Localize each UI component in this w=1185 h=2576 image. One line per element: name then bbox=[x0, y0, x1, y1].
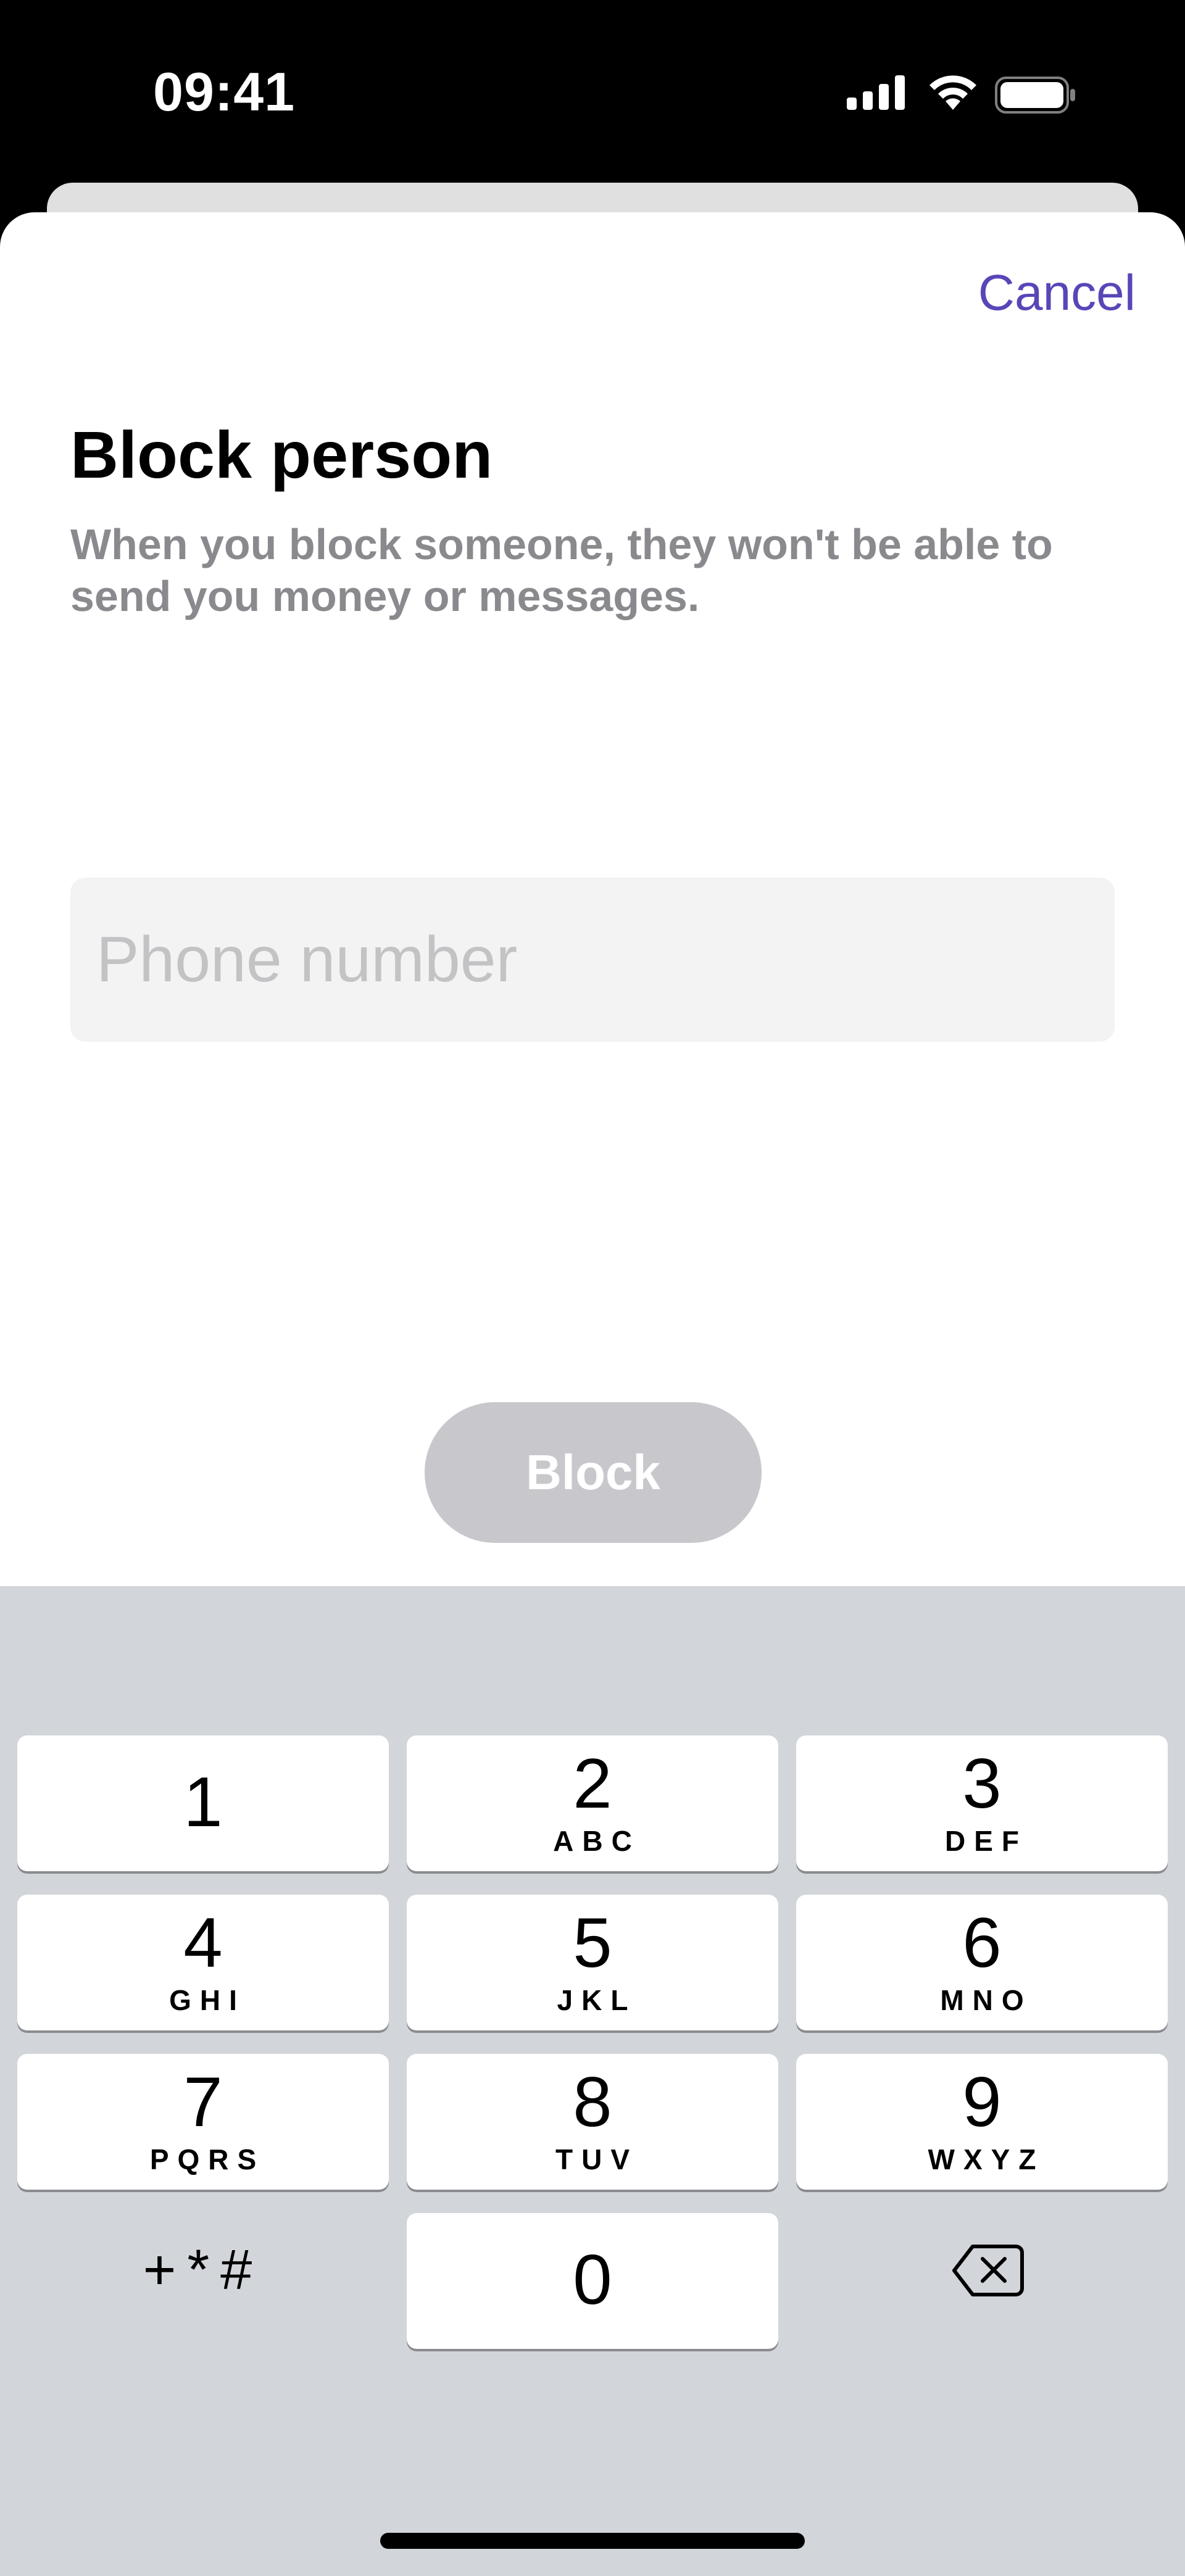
key-digit: 6 bbox=[962, 1904, 1002, 1982]
key-digit: 3 bbox=[962, 1745, 1002, 1823]
key-letters: GHI bbox=[169, 1984, 246, 2016]
sheet-title: Block person bbox=[70, 417, 493, 492]
block-person-sheet: Cancel Block person When you block someo… bbox=[0, 212, 1185, 1589]
key-9[interactable]: 9 WXYZ bbox=[796, 2054, 1168, 2190]
home-indicator bbox=[380, 2533, 805, 2549]
key-digit: 0 bbox=[573, 2241, 612, 2319]
key-digit: 2 bbox=[573, 1745, 612, 1823]
key-digit: 7 bbox=[183, 2063, 223, 2142]
numeric-keypad: 1 2 ABC 3 DEF 4 GHI 5 JKL 6 MNO 7 PQRS 8… bbox=[0, 1586, 1185, 2576]
cancel-button[interactable]: Cancel bbox=[978, 264, 1136, 322]
key-letters: TUV bbox=[555, 2143, 638, 2175]
symbols-key[interactable]: +*# bbox=[17, 2202, 389, 2338]
battery-icon bbox=[995, 77, 1075, 114]
key-letters: PQRS bbox=[149, 2143, 265, 2175]
phone-number-input[interactable] bbox=[70, 878, 1115, 1042]
key-letters: ABC bbox=[553, 1825, 641, 1857]
sheet-description: When you block someone, they won't be ab… bbox=[70, 520, 1053, 620]
status-time: 09:41 bbox=[153, 61, 296, 122]
key-8[interactable]: 8 TUV bbox=[407, 2054, 778, 2190]
key-5[interactable]: 5 JKL bbox=[407, 1895, 778, 2030]
key-letters: DEF bbox=[945, 1825, 1028, 1857]
key-digit: 8 bbox=[573, 2063, 612, 2142]
key-4[interactable]: 4 GHI bbox=[17, 1895, 389, 2030]
wifi-icon bbox=[929, 75, 976, 110]
key-digit: 4 bbox=[183, 1904, 223, 1982]
key-7[interactable]: 7 PQRS bbox=[17, 2054, 389, 2190]
delete-key[interactable] bbox=[796, 2202, 1168, 2338]
key-letters: MNO bbox=[940, 1984, 1033, 2016]
key-letters: WXYZ bbox=[928, 2143, 1045, 2175]
key-2[interactable]: 2 ABC bbox=[407, 1735, 778, 1871]
key-letters: JKL bbox=[557, 1984, 637, 2016]
key-1[interactable]: 1 bbox=[17, 1735, 389, 1871]
key-digit: 1 bbox=[183, 1763, 223, 1842]
key-0[interactable]: 0 bbox=[407, 2213, 778, 2349]
block-button[interactable]: Block bbox=[425, 1402, 762, 1543]
delete-backspace-icon bbox=[952, 2245, 1024, 2296]
key-digit: 5 bbox=[573, 1904, 612, 1982]
key-digit: 9 bbox=[962, 2063, 1002, 2142]
key-3[interactable]: 3 DEF bbox=[796, 1735, 1168, 1871]
key-6[interactable]: 6 MNO bbox=[796, 1895, 1168, 2030]
cellular-signal-icon bbox=[847, 75, 905, 110]
status-bar: 09:41 bbox=[0, 0, 1185, 185]
